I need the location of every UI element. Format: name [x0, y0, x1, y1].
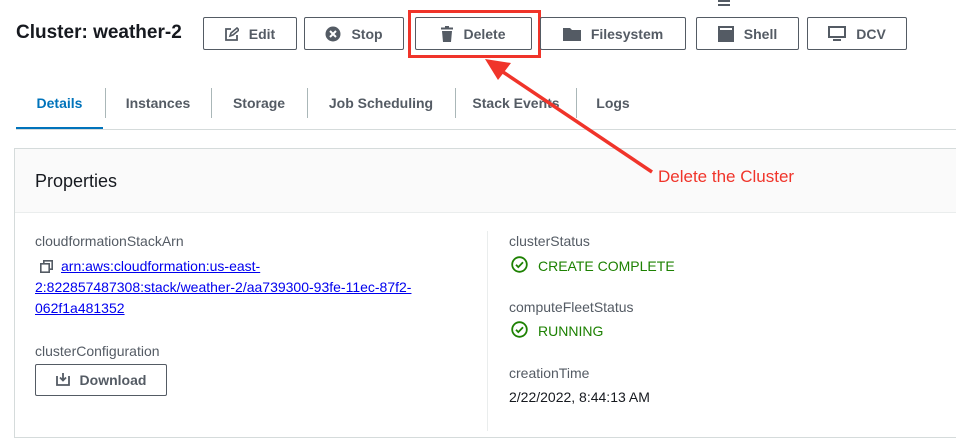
filesystem-button[interactable]: Filesystem [540, 17, 686, 50]
stop-button-label: Stop [351, 25, 383, 42]
menu-icon[interactable] [718, 0, 730, 6]
page-title: Cluster: weather-2 [16, 22, 182, 43]
compute-fleet-text: RUNNING [538, 323, 604, 339]
shell-button-label: Shell [743, 25, 778, 42]
tab-job-scheduling[interactable]: Job Scheduling [311, 80, 451, 126]
tab-divider [307, 88, 308, 118]
tab-divider [211, 88, 212, 118]
cluster-status-label: clusterStatus [509, 233, 590, 249]
stop-button[interactable]: Stop [304, 17, 404, 50]
tab-details[interactable]: Details [16, 80, 103, 130]
filesystem-button-label: Filesystem [590, 25, 664, 42]
tab-divider [576, 88, 577, 118]
download-button[interactable]: Download [35, 364, 167, 396]
cluster-status-value: CREATE COMPLETE [511, 256, 675, 276]
tab-instances[interactable]: Instances [109, 80, 207, 126]
edit-button-label: Edit [248, 25, 276, 42]
stack-arn-link-line1[interactable]: arn:aws:cloudformation:us-east- [61, 256, 260, 277]
tab-bar: Details Instances Storage Job Scheduling… [16, 80, 956, 130]
shell-button[interactable]: Shell [696, 17, 799, 50]
tab-divider [455, 88, 456, 118]
stop-icon [325, 26, 341, 42]
terminal-icon [717, 25, 734, 42]
creation-time-value: 2/22/2022, 8:44:13 AM [509, 389, 650, 405]
tab-stack-events[interactable]: Stack Events [459, 80, 573, 126]
annotation-text: Delete the Cluster [658, 167, 795, 186]
check-circle-icon [511, 321, 528, 341]
edit-button[interactable]: Edit [203, 17, 297, 50]
check-circle-icon [511, 256, 528, 276]
edit-icon [224, 26, 239, 41]
column-divider [487, 231, 488, 431]
dcv-button[interactable]: DCV [807, 17, 907, 50]
download-button-label: Download [79, 372, 147, 388]
compute-fleet-value: RUNNING [511, 321, 603, 341]
delete-highlight-box [408, 10, 541, 58]
copy-icon[interactable] [40, 260, 53, 278]
creation-time-label: creationTime [509, 365, 590, 381]
stack-arn-link-line3[interactable]: 062f1a481352 [35, 298, 125, 319]
compute-fleet-label: computeFleetStatus [509, 299, 634, 315]
dcv-button-label: DCV [856, 25, 886, 42]
folder-icon [562, 27, 581, 41]
tab-underline-track [16, 129, 956, 130]
tab-divider [105, 88, 106, 118]
stack-arn-label: cloudformationStackArn [35, 233, 184, 249]
cluster-config-label: clusterConfiguration [35, 343, 160, 359]
cluster-status-text: CREATE COMPLETE [538, 258, 675, 274]
panel-header: Properties [15, 149, 956, 213]
tab-logs[interactable]: Logs [579, 80, 647, 126]
stack-arn-link-line2[interactable]: 2:822857487308:stack/weather-2/aa739300-… [35, 277, 411, 298]
download-icon [55, 372, 70, 389]
panel-title: Properties [35, 171, 118, 191]
monitor-icon [828, 25, 847, 42]
tab-storage[interactable]: Storage [215, 80, 303, 126]
